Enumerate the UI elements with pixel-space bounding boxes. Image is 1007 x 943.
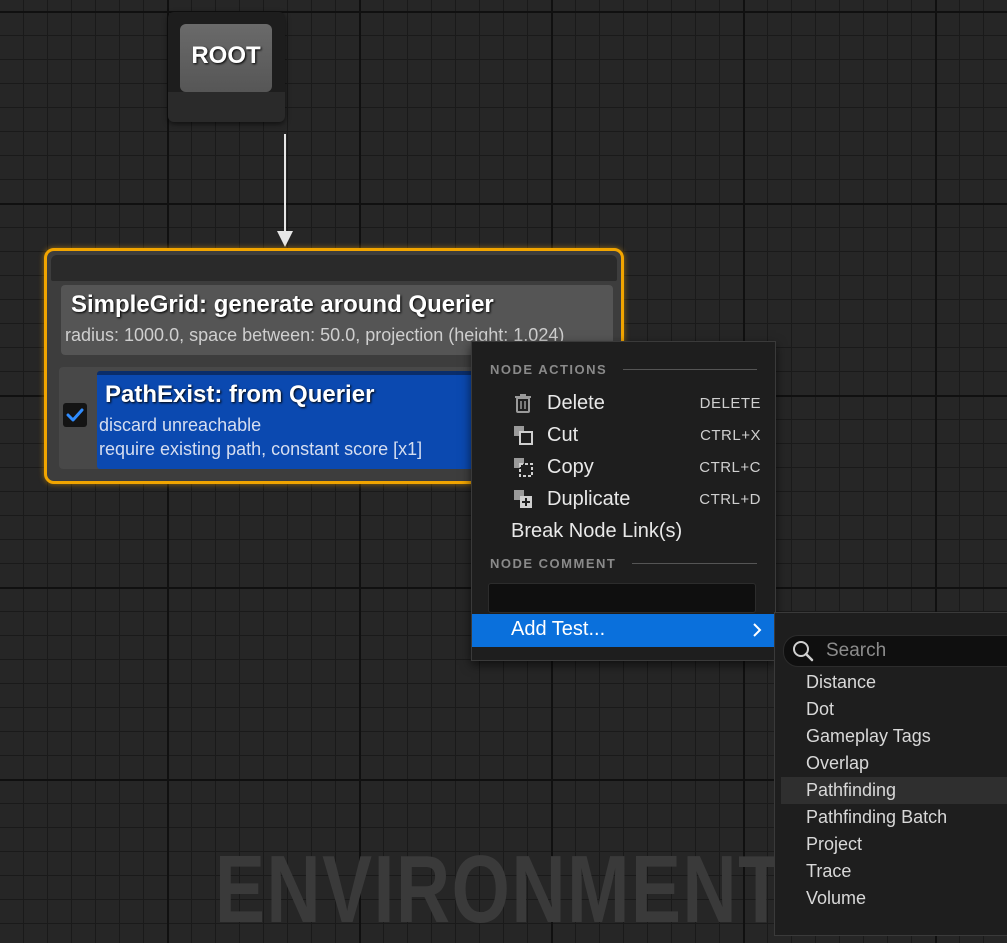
menu-item-delete-label: Delete: [547, 391, 605, 414]
submenu-item-trace[interactable]: Trace: [781, 858, 1007, 885]
menu-item-duplicate-label: Duplicate: [547, 487, 631, 510]
graph-watermark: ENVIRONMENT: [215, 836, 786, 943]
submenu-item-dot[interactable]: Dot: [781, 696, 1007, 723]
menu-item-duplicate[interactable]: Duplicate CTRL+D: [472, 483, 775, 515]
connection-arrowhead: [277, 231, 293, 247]
menu-item-add-test-label: Add Test...: [511, 618, 606, 640]
generator-input-pin[interactable]: [51, 255, 617, 281]
connection-wire: [284, 134, 286, 234]
test-description-line1: discard unreachable: [99, 415, 262, 435]
submenu-search-box: [783, 635, 1007, 667]
root-node-label: ROOT: [191, 42, 261, 69]
root-node-body: ROOT: [180, 24, 272, 92]
submenu-item-project[interactable]: Project: [781, 831, 1007, 858]
copy-icon: [514, 458, 533, 477]
submenu-list: Distance Dot Gameplay Tags Overlap Pathf…: [781, 669, 1007, 912]
test-title: PathExist: from Querier: [105, 381, 375, 408]
root-node[interactable]: ROOT: [168, 12, 285, 122]
menu-item-duplicate-shortcut: CTRL+D: [699, 490, 761, 508]
menu-item-break-node-links-label: Break Node Link(s): [511, 519, 683, 542]
checkmark-icon: [66, 408, 84, 422]
root-output-pin[interactable]: [168, 92, 285, 122]
section-divider: [632, 563, 757, 564]
generator-title: SimpleGrid: generate around Querier: [71, 291, 494, 318]
chevron-right-icon: [753, 623, 762, 637]
duplicate-icon: [514, 490, 532, 508]
test-description-line2: require existing path, constant score [x…: [99, 439, 423, 459]
submenu-search-input[interactable]: [824, 638, 1007, 664]
test-enabled-checkbox[interactable]: [63, 403, 87, 427]
node-comment-header: NODE COMMENT: [490, 556, 757, 571]
menu-item-copy-label: Copy: [547, 455, 594, 478]
node-actions-header-label: NODE ACTIONS: [490, 362, 608, 377]
section-divider: [623, 369, 757, 370]
graph-canvas[interactable]: ENVIRONMENT ROOT SimpleGrid: generate ar…: [0, 0, 1007, 943]
test-node[interactable]: PathExist: from Querier discard unreacha…: [97, 371, 497, 469]
context-menu: NODE ACTIONS Delete DELETE Cut CTRL+X Co…: [471, 341, 776, 661]
node-comment-field[interactable]: [488, 583, 756, 613]
submenu-item-gameplay-tags[interactable]: Gameplay Tags: [781, 723, 1007, 750]
submenu-item-distance[interactable]: Distance: [781, 669, 1007, 696]
submenu-item-pathfinding-batch[interactable]: Pathfinding Batch: [781, 804, 1007, 831]
add-test-submenu: Distance Dot Gameplay Tags Overlap Pathf…: [774, 612, 1007, 936]
menu-item-copy-shortcut: CTRL+C: [699, 458, 761, 476]
menu-item-delete[interactable]: Delete DELETE: [472, 387, 775, 419]
node-comment-header-label: NODE COMMENT: [490, 556, 617, 571]
menu-item-cut-label: Cut: [547, 423, 579, 446]
submenu-item-overlap[interactable]: Overlap: [781, 750, 1007, 777]
submenu-item-pathfinding[interactable]: Pathfinding: [781, 777, 1007, 804]
menu-item-delete-shortcut: DELETE: [699, 394, 761, 412]
menu-item-cut-shortcut: CTRL+X: [700, 426, 761, 444]
cut-icon: [514, 426, 533, 445]
menu-item-cut[interactable]: Cut CTRL+X: [472, 419, 775, 451]
trash-icon: [515, 394, 531, 413]
submenu-item-volume[interactable]: Volume: [781, 885, 1007, 912]
menu-item-add-test[interactable]: Add Test...: [472, 614, 775, 647]
menu-item-copy[interactable]: Copy CTRL+C: [472, 451, 775, 483]
search-icon: [793, 641, 814, 662]
node-actions-header: NODE ACTIONS: [490, 362, 757, 377]
menu-item-break-node-links[interactable]: Break Node Link(s): [472, 515, 775, 547]
